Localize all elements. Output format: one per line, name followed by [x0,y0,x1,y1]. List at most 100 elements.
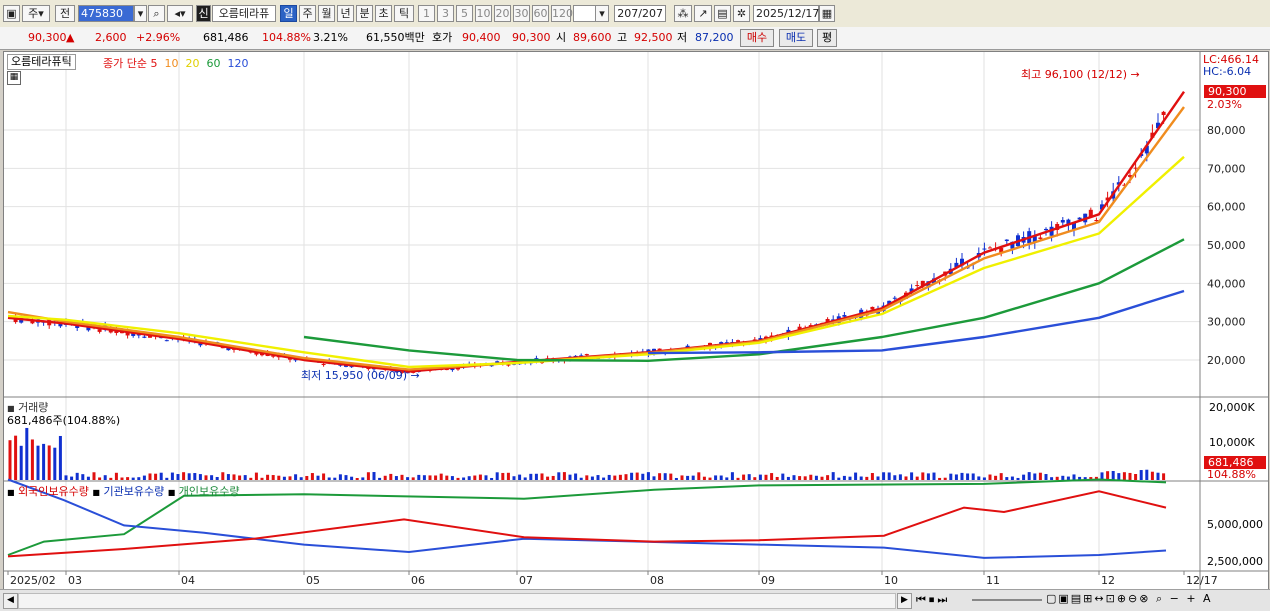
chart-area: 20,000 30,000 40,000 50,000 60,000 70,000 80,0… [3,51,1269,590]
arrow-icon: → [410,369,420,382]
volume-bar [417,474,421,480]
volume-bar [506,472,510,480]
volume-bar [540,473,544,480]
period-week[interactable]: 주 [299,5,316,22]
calendar-icon[interactable]: ▦ [819,5,835,22]
sell-button[interactable]: 매도 [779,29,813,47]
date-input[interactable]: 2025/12/17 [753,5,819,22]
custom-step-dropdown-icon[interactable]: ▾ [595,5,609,22]
volume-bar [551,475,555,480]
period-second[interactable]: 초 [375,5,392,22]
period-day[interactable]: 일 [280,5,297,22]
price-tick-label: 20,000 [1207,354,1246,367]
low-annotation-text: 최저 15,950 (06/09) [301,369,408,382]
buy-button[interactable]: 매수 [740,29,774,47]
candle-body [164,340,169,342]
last-price-tag: 90,300 [1204,85,1266,98]
legend-ma-prefix: 종가 단순 [103,57,147,70]
volume-bar [1106,471,1110,480]
volume-bar [602,477,606,480]
gear-icon[interactable]: ✲ [733,5,750,22]
count-field[interactable]: 207/207 [614,5,666,22]
date-tick-label: 03 [68,574,82,587]
volume-bar [529,473,533,480]
step-120[interactable]: 120 [551,5,573,22]
volume-bar [58,435,62,480]
volume-bar [288,476,292,480]
volume-bar [383,475,387,480]
date-tick-label: 07 [519,574,533,587]
volume-bar [898,474,902,480]
candle-body [142,336,147,338]
volume-bar [596,475,600,480]
step-3[interactable]: 3 [437,5,454,22]
volume-bar [70,476,74,480]
volume-bar [310,473,314,480]
save-icon[interactable]: ▤ [714,5,731,22]
period-month[interactable]: 월 [318,5,335,22]
volume-bar [238,475,242,480]
stock-code-input[interactable]: 475830 [78,5,134,22]
volume-bar [518,474,522,480]
step-10[interactable]: 10 [475,5,492,22]
step-20[interactable]: 20 [494,5,511,22]
step-60[interactable]: 60 [532,5,549,22]
volume-bar [254,472,258,480]
eval-button[interactable]: 평 [817,29,837,47]
legend-ma-60: 60 [206,57,221,70]
volume-bar [876,476,880,480]
prev-button[interactable]: 전 [55,5,75,22]
volume-bar [893,475,897,480]
step-1[interactable]: 1 [418,5,435,22]
volume-bar [725,477,729,480]
period-year[interactable]: 년 [337,5,354,22]
volume-bar [490,477,494,480]
date-tick-label: 05 [306,574,320,587]
volume-bar [338,474,342,480]
volume-bar [831,472,835,480]
chart-type-icon[interactable]: ▣ [3,5,20,22]
volume-bar [176,474,180,480]
sound-icon[interactable]: ◂▾ [167,5,193,22]
scroll-left-icon[interactable]: ◀ [3,593,18,609]
step-5[interactable]: 5 [456,5,473,22]
period-minute[interactable]: 분 [356,5,373,22]
volume-bar [92,472,96,480]
market-select[interactable]: 주▾ [22,5,50,22]
volume-bar [249,477,253,480]
price-tick-label: 30,000 [1207,316,1246,329]
playback-controls[interactable]: ⏮⏹⏭ [916,593,950,607]
volume-bar [747,474,751,480]
legend-stock-name: 오름테라퓨틱 [7,54,76,70]
zoom-slider[interactable] [972,599,1042,601]
legend-table-icon[interactable]: ▦ [7,71,21,85]
panel-bullet-icon: ■ [167,488,176,497]
volume-bar [814,475,818,480]
scroll-track[interactable] [18,593,896,609]
candle-body [584,354,589,356]
volume-bar [568,474,572,480]
volume-bar [1122,472,1126,480]
volume-bar [926,473,930,480]
volume-bar [512,476,516,480]
volume-bar [316,475,320,480]
volume-bar [921,472,925,480]
compare-icon[interactable]: ⁂ [674,5,692,22]
draw-tool-icon[interactable]: ↗ [694,5,712,22]
foreign-holding-label: 외국인보유수량 [18,485,89,498]
volume-bar [618,474,622,480]
scroll-right-icon[interactable]: ▶ [897,593,912,609]
search-icon[interactable]: ⌕ [148,5,165,22]
volume-bar [1005,477,1009,480]
date-tick-label: 12/17 [1186,574,1218,587]
volume-bar [232,474,236,480]
period-tick[interactable]: 틱 [394,5,414,22]
volume-bar [98,477,102,480]
volume-bar [994,475,998,480]
step-30[interactable]: 30 [513,5,530,22]
current-price: 90,300 [28,31,67,44]
volume-bar [478,474,482,480]
bottom-tool-icons[interactable]: ▢▣▤⊞↔⊡⊕⊖⊗ ⌕ − + A [1046,592,1213,606]
retail-holding-label: 개인보유수량 [178,485,240,498]
code-dropdown-icon[interactable]: ▾ [134,5,147,22]
